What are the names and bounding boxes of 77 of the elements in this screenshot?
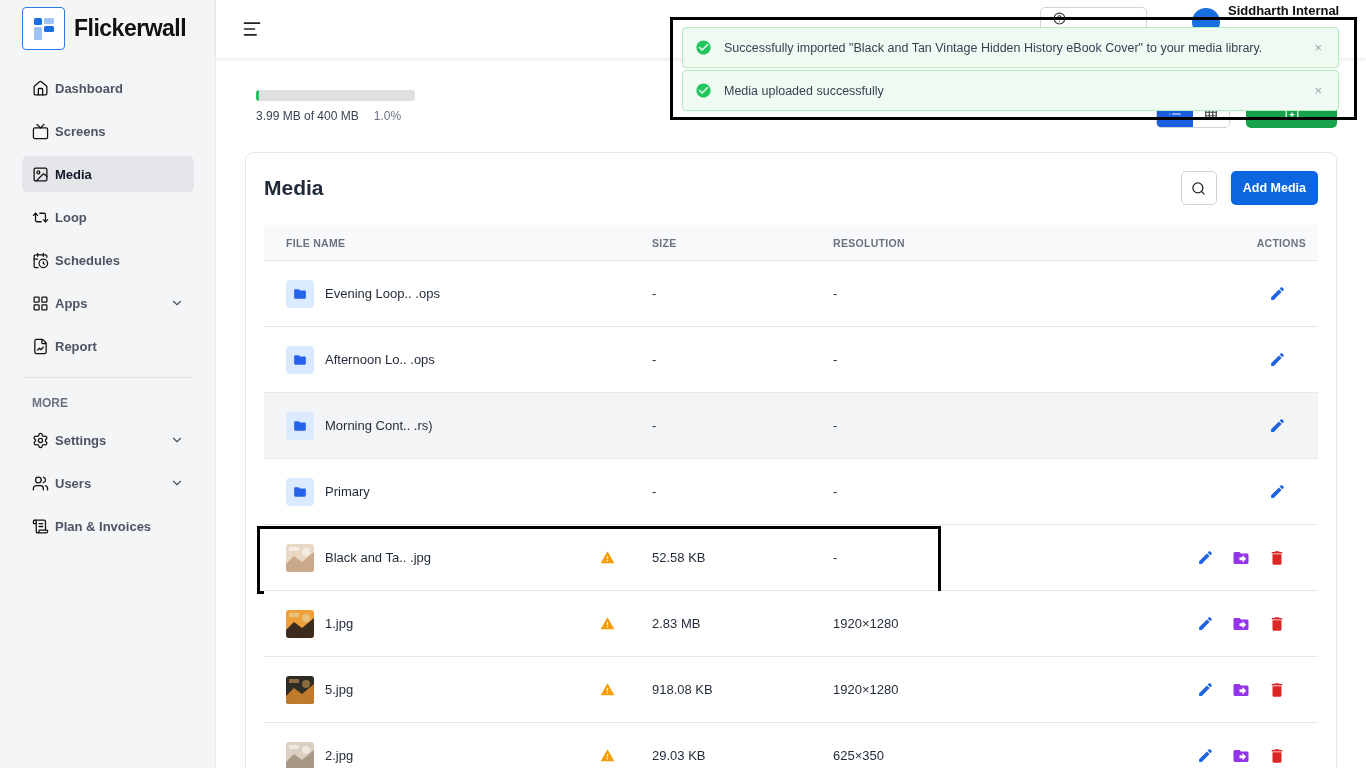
report-icon [32, 337, 49, 355]
column-header: FILE NAME [285, 236, 346, 249]
file-size: - [652, 418, 658, 433]
edit-icon[interactable] [1197, 746, 1214, 765]
brand-name: Flickerwall [74, 15, 187, 42]
toast-message: Media uploaded successfully [724, 83, 885, 98]
sidebar-item[interactable]: Apps [22, 285, 194, 321]
file-size: 29.03 KB [652, 748, 707, 763]
search-button[interactable] [1180, 171, 1217, 205]
menu-icon[interactable] [242, 19, 262, 39]
sidebar-item[interactable]: Loop [22, 199, 194, 235]
toast-message: Successfully imported "Black and Tan Vintage Hidden History eBook Cover" to your media library. [724, 40, 1264, 55]
sidebar-item[interactable]: Schedules [22, 242, 194, 278]
file-size: 2.83 MB [652, 616, 702, 631]
table-row[interactable]: 1.jpg 2.83 MB 1920×1280 [264, 591, 1318, 657]
grid-icon [32, 294, 49, 312]
file-size: 52.58 KB [652, 550, 707, 565]
sidebar-item[interactable]: Settings [22, 422, 194, 458]
image-icon [32, 165, 49, 183]
folder-icon [286, 477, 314, 506]
table-row[interactable]: Morning Cont.. .rs) - - [264, 393, 1318, 459]
logo-icon [22, 7, 65, 50]
column-header: ACTIONS [1256, 236, 1307, 249]
add-media-button[interactable]: Add Media [1230, 171, 1318, 205]
edit-icon[interactable] [1269, 483, 1286, 500]
column-header: RESOLUTION [833, 236, 905, 249]
file-name: 5.jpg [325, 682, 355, 697]
settings-icon [32, 431, 49, 449]
help-icon [1053, 12, 1066, 25]
check-icon [695, 39, 712, 56]
file-name: Black and Ta.. .jpg [325, 550, 432, 565]
section-title: MORE [31, 396, 69, 410]
file-size: - [652, 484, 658, 499]
storage-used: 3.99 MB of 400 MB [256, 109, 359, 123]
file-size: - [652, 286, 658, 301]
resolution: - [833, 550, 839, 565]
folder-icon [286, 411, 314, 440]
page-title: Media [264, 176, 325, 200]
edit-icon[interactable] [1269, 417, 1286, 434]
edit-icon[interactable] [1197, 614, 1214, 633]
home-icon [32, 79, 49, 97]
edit-icon[interactable] [1269, 285, 1286, 302]
file-name: Primary [325, 484, 371, 499]
check-icon [695, 82, 712, 99]
calendar-icon [32, 251, 49, 269]
sidebar-item[interactable]: Users [22, 465, 194, 501]
sidebar-item[interactable]: Plan & Invoices [22, 508, 194, 544]
file-name: Evening Loop.. .ops [325, 286, 441, 301]
file-name: Afternoon Lo.. .ops [325, 352, 436, 367]
resolution: 625×350 [833, 748, 885, 763]
resolution: 1920×1280 [833, 616, 900, 631]
search-icon [1191, 180, 1207, 196]
edit-icon[interactable] [1197, 548, 1214, 567]
file-size: - [652, 352, 658, 367]
resolution: - [833, 286, 839, 301]
resolution: - [833, 484, 839, 499]
sidebar-item[interactable]: Dashboard [22, 70, 194, 106]
resolution: - [833, 418, 839, 433]
folder-icon [286, 345, 314, 374]
scroll-icon [32, 517, 49, 535]
storage-percent: 1.0% [373, 109, 402, 123]
file-size: 918.08 KB [652, 682, 714, 697]
monitor-icon [32, 122, 49, 140]
file-name: 1.jpg [325, 616, 355, 631]
resolution: - [833, 352, 839, 367]
edit-icon[interactable] [1269, 351, 1286, 368]
edit-icon[interactable] [1197, 680, 1214, 699]
sidebar-item[interactable]: Media [22, 156, 194, 192]
file-name: Morning Cont.. .rs) [325, 418, 434, 433]
user-name: Siddharth Internal [1228, 2, 1338, 18]
sidebar-item[interactable]: Report [22, 328, 194, 364]
resolution: 1920×1280 [833, 682, 900, 697]
folder-icon [286, 279, 314, 308]
file-name: 2.jpg [325, 748, 355, 763]
users-icon [32, 474, 49, 492]
sidebar-item[interactable]: Screens [22, 113, 194, 149]
column-header: SIZE [652, 236, 677, 249]
